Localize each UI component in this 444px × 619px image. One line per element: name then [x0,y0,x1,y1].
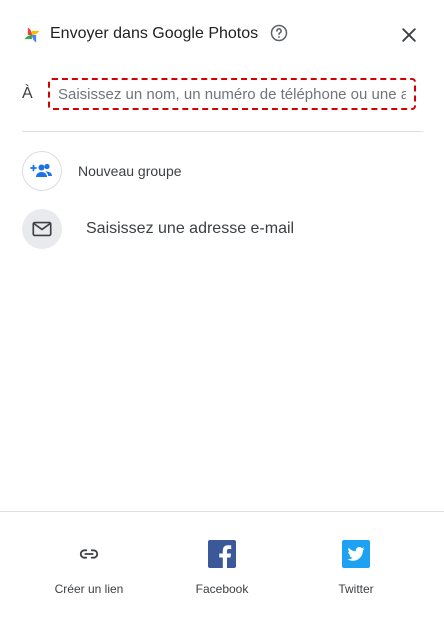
recipient-row: À [0,76,444,116]
close-icon[interactable] [399,25,419,45]
email-avatar [22,209,62,249]
link-icon [75,540,103,568]
facebook-icon [208,540,236,568]
google-photos-logo-icon [24,27,40,43]
create-link-label: Créer un lien [54,582,124,596]
twitter-label: Twitter [338,582,374,596]
facebook-label: Facebook [195,582,249,596]
dialog-title: Envoyer dans Google Photos [50,25,259,42]
mail-icon [32,221,52,237]
help-circle-icon[interactable] [270,24,288,42]
twitter-share-button[interactable]: Twitter [289,540,423,602]
divider [22,131,423,132]
add-group-icon [30,163,52,177]
facebook-share-button[interactable]: Facebook [155,540,289,602]
twitter-icon [342,540,370,568]
create-link-button[interactable]: Créer un lien [22,540,156,602]
new-group-avatar [22,151,62,191]
recipient-label: À [22,85,33,102]
footer-divider [0,511,444,512]
recipient-input[interactable] [48,78,416,110]
new-group-option[interactable]: Nouveau groupe [0,151,444,201]
email-label: Saisissez une adresse e-mail [86,220,295,237]
email-option[interactable]: Saisissez une adresse e-mail [0,209,444,259]
dialog-header: Envoyer dans Google Photos [0,0,444,70]
new-group-label: Nouveau groupe [78,163,182,179]
